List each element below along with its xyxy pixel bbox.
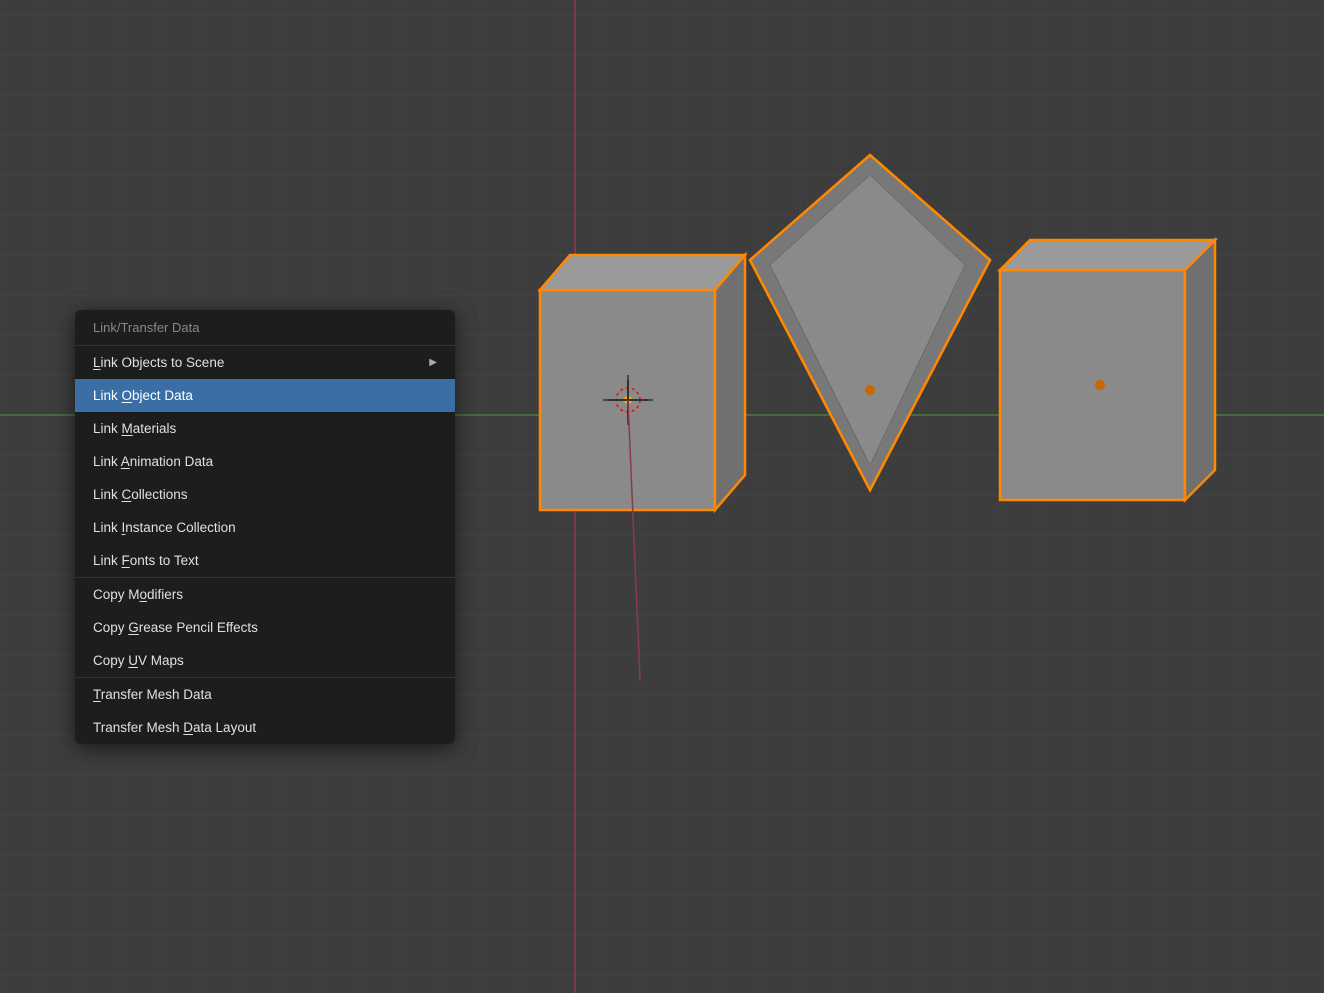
menu-item-link-objects-to-scene[interactable]: Link Objects to Scene ▶ [75,346,455,379]
menu-item-link-collections[interactable]: Link Collections [75,478,455,511]
menu-item-copy-uv-maps[interactable]: Copy UV Maps [75,644,455,677]
menu-item-copy-modifiers[interactable]: Copy Modifiers [75,578,455,611]
context-menu: Link/Transfer Data Link Objects to Scene… [75,310,455,744]
menu-item-transfer-mesh-data-layout[interactable]: Transfer Mesh Data Layout [75,711,455,744]
menu-item-transfer-mesh-data[interactable]: Transfer Mesh Data [75,678,455,711]
submenu-arrow-icon: ▶ [429,357,437,368]
menu-item-link-fonts-to-text[interactable]: Link Fonts to Text [75,544,455,577]
menu-item-link-object-data[interactable]: Link Object Data [75,379,455,412]
menu-section-transfer: Transfer Mesh Data Transfer Mesh Data La… [75,678,455,744]
menu-item-copy-grease-pencil[interactable]: Copy Grease Pencil Effects [75,611,455,644]
menu-item-link-instance-collection[interactable]: Link Instance Collection [75,511,455,544]
menu-item-link-materials[interactable]: Link Materials [75,412,455,445]
menu-header: Link/Transfer Data [75,310,455,346]
menu-section-copy: Copy Modifiers Copy Grease Pencil Effect… [75,578,455,678]
menu-section-link: Link Objects to Scene ▶ Link Object Data… [75,346,455,578]
menu-item-link-animation-data[interactable]: Link Animation Data [75,445,455,478]
